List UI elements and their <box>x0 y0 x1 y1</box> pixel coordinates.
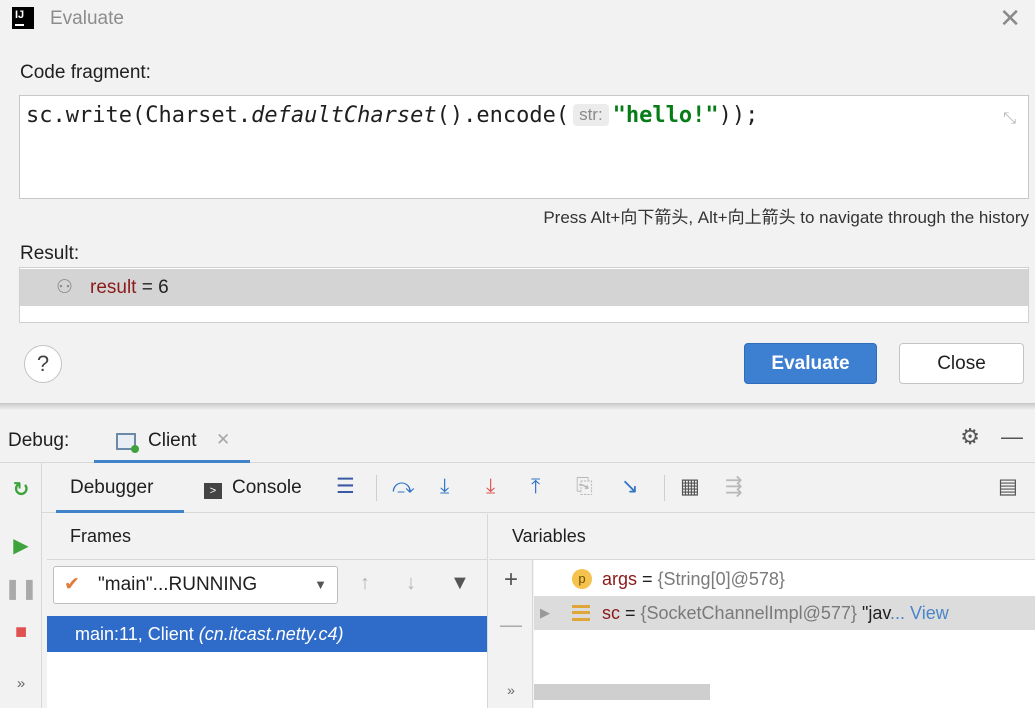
variables-header: Variables <box>489 514 1035 560</box>
more-icon[interactable]: » <box>489 682 533 698</box>
close-button[interactable]: Close <box>899 343 1024 384</box>
debug-tool-window: Debug: Client ✕ ⚙ — ↻ ▶ ❚❚ ■ » Debugger … <box>0 410 1035 708</box>
view-link[interactable]: ... View <box>890 603 949 623</box>
debug-header: Debug: Client ✕ ⚙ — <box>0 410 1035 463</box>
evaluate-dialog: IJ Evaluate ✕ Code fragment: sc.write(Ch… <box>0 0 1035 404</box>
code-line: sc.write(Charset.defaultCharset().encode… <box>26 103 758 128</box>
help-icon[interactable]: ? <box>24 345 62 383</box>
debug-label: Debug: <box>8 430 70 451</box>
code-part: )); <box>718 103 759 128</box>
code-fragment-editor[interactable]: sc.write(Charset.defaultCharset().encode… <box>19 95 1029 199</box>
trace-icon[interactable]: ⇶ <box>725 474 743 500</box>
chevron-down-icon: ▼ <box>314 577 327 592</box>
frames-list-empty <box>47 652 487 708</box>
debug-action-strip: ↻ ▶ ❚❚ ■ » <box>0 463 42 708</box>
variable-value: {String[0]@578} <box>657 569 785 589</box>
client-tab-label: Client <box>148 430 197 451</box>
evaluate-expression-icon[interactable]: ▦ <box>680 474 700 500</box>
check-icon: ✔ <box>64 574 80 595</box>
force-step-into-icon[interactable]: ⤓ <box>486 474 495 500</box>
variable-extra: "jav <box>856 603 891 623</box>
variables-side-toolbar: + — » <box>489 560 533 708</box>
console-label: Console <box>232 477 302 498</box>
history-hint: Press Alt+向下箭头, Alt+向上箭头 to navigate thr… <box>543 208 1029 227</box>
tab-client[interactable]: Client ✕ <box>94 420 250 463</box>
variable-name: sc <box>602 603 620 623</box>
rerun-icon[interactable]: ↻ <box>0 477 42 502</box>
result-value: 6 <box>158 277 169 298</box>
result-eq: = <box>136 277 159 298</box>
result-text: result = 6 <box>90 269 169 306</box>
frames-header: Frames <box>47 514 488 560</box>
expand-icon[interactable]: ▶ <box>540 596 550 630</box>
debug-toolbar: Debugger > Console ☰ ⤼ ⤓ ⤓ ⤒ ⎘ ↘ ▦ ⇶ ▤ <box>42 463 1035 513</box>
pause-icon[interactable]: ❚❚ <box>0 576 42 601</box>
code-string: "hello!" <box>612 103 719 128</box>
evaluate-button[interactable]: Evaluate <box>744 343 877 384</box>
more-icon[interactable]: » <box>0 675 42 692</box>
resume-icon[interactable]: ▶ <box>0 533 42 558</box>
thread-select[interactable]: ✔ "main"...RUNNING ▼ <box>53 566 338 604</box>
drop-frame-icon[interactable]: ⎘ <box>576 474 593 500</box>
step-into-icon[interactable]: ⤓ <box>440 474 449 500</box>
layout-icon[interactable]: ☰ <box>336 474 355 500</box>
result-panel: ⚇ result = 6 <box>19 267 1029 323</box>
variable-text: args = {String[0]@578} <box>602 569 785 589</box>
thread-label: "main"...RUNNING <box>98 574 258 595</box>
field-icon: p <box>572 569 592 589</box>
variable-text: sc = {SocketChannelImpl@577} "jav... Vie… <box>602 603 949 623</box>
settings-icon[interactable]: ▤ <box>998 474 1018 500</box>
variable-name: args <box>602 569 638 589</box>
remove-icon[interactable]: — <box>489 612 533 638</box>
param-hint: str: <box>573 104 609 126</box>
filter-icon[interactable]: ▼ <box>450 572 470 595</box>
app-logo-icon: IJ <box>12 7 34 29</box>
step-over-icon[interactable]: ⤼ <box>392 474 414 500</box>
variable-row[interactable]: ▶ sc = {SocketChannelImpl@577} "jav... V… <box>534 596 1035 630</box>
collapse-icon[interactable]: ⤡ <box>1003 110 1016 128</box>
frames-panel: ✔ "main"...RUNNING ▼ ↑ ↓ ▼ main:11, Clie… <box>47 560 488 708</box>
toolbar-separator <box>376 475 377 501</box>
variables-title: Variables <box>512 526 586 546</box>
tab-debugger[interactable]: Debugger <box>56 463 184 513</box>
dialog-title: Evaluate <box>50 8 124 29</box>
frame-location: main:11, Client <box>75 624 199 644</box>
add-watch-icon[interactable]: + <box>489 566 533 594</box>
gear-icon[interactable]: ⚙ <box>960 424 980 450</box>
toolbar-separator <box>664 475 665 501</box>
variable-value: {SocketChannelImpl@577} <box>640 603 857 623</box>
code-part: sc.write(Charset. <box>26 103 252 128</box>
frames-title: Frames <box>70 526 132 546</box>
run-to-cursor-icon[interactable]: ↘ <box>621 474 639 500</box>
close-icon[interactable]: ✕ <box>216 430 230 450</box>
step-out-icon[interactable]: ⤒ <box>531 474 540 500</box>
watch-icon: ⚇ <box>56 277 74 298</box>
variables-panel: p args = {String[0]@578} ▶ sc = {SocketC… <box>534 560 1035 708</box>
result-label: Result: <box>20 243 80 264</box>
frame-row[interactable]: main:11, Client (cn.itcast.netty.c4) <box>47 616 487 652</box>
code-method: defaultCharset <box>251 103 437 128</box>
frame-package: (cn.itcast.netty.c4) <box>198 624 344 644</box>
arrow-down-icon[interactable]: ↓ <box>406 572 416 595</box>
result-row[interactable]: ⚇ result = 6 <box>20 269 1028 306</box>
result-name: result <box>90 277 137 298</box>
arrow-up-icon[interactable]: ↑ <box>360 572 370 595</box>
variable-row[interactable]: p args = {String[0]@578} <box>534 562 1035 596</box>
minimize-icon[interactable]: — <box>1001 424 1023 450</box>
client-icon <box>116 433 139 453</box>
code-part: ().encode( <box>436 103 570 128</box>
field-icon <box>572 605 590 621</box>
console-icon: > <box>204 483 222 499</box>
dialog-title-bar: IJ Evaluate ✕ <box>0 0 1035 38</box>
stop-icon[interactable]: ■ <box>0 621 42 644</box>
tab-console[interactable]: > Console <box>204 463 302 513</box>
horizontal-scrollbar[interactable] <box>534 684 710 700</box>
close-icon[interactable]: ✕ <box>999 4 1021 32</box>
code-fragment-label: Code fragment: <box>20 62 151 83</box>
